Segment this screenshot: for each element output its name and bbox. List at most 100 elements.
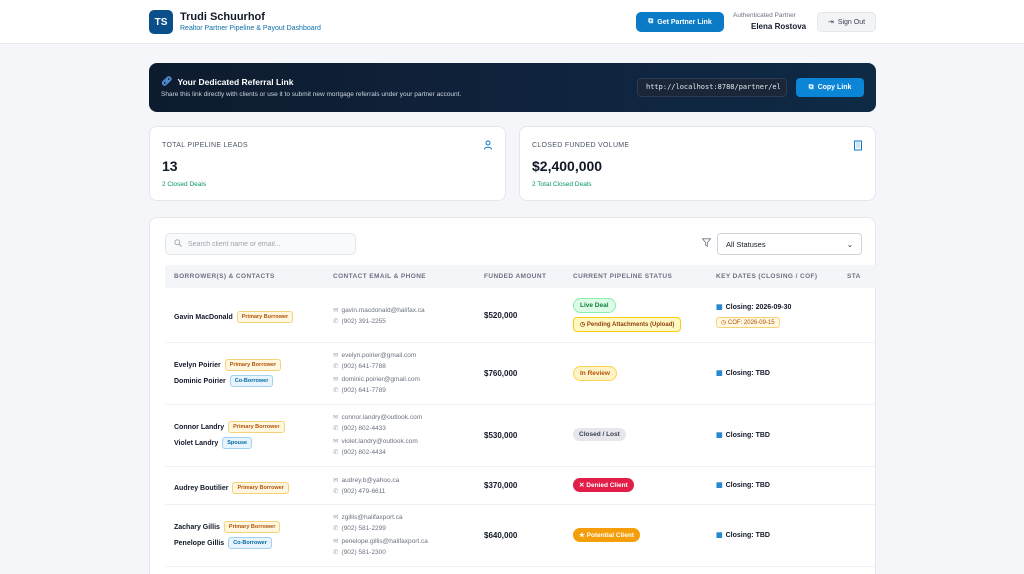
borrower-name: Penelope Gillis: [174, 539, 225, 547]
search-input[interactable]: [188, 240, 348, 248]
stat-label: CLOSED FUNDED VOLUME: [532, 142, 630, 149]
closing-date: ▦ Closing: TBD: [716, 369, 770, 377]
stat-value: 13: [162, 158, 178, 174]
borrower-entry: Zachary Gillis Primary Borrower: [174, 521, 281, 533]
referral-title: 🔗︎ Your Dedicated Referral Link: [161, 76, 293, 87]
header-key-dates: KEY DATES (CLOSING / COF): [716, 273, 818, 280]
role-badge: Primary Borrower: [228, 421, 285, 433]
email-text: violet.landry@outlook.com: [341, 438, 418, 445]
cof-date-badge: ◷ COF: 2026-09-15: [716, 317, 780, 328]
borrower-entry: Evelyn Poirier Primary Borrower: [174, 359, 282, 371]
contact-phone: ✆ (902) 802-4434: [333, 448, 386, 456]
closing-date: ▦ Closing: TBD: [716, 481, 770, 489]
status-text: Denied Client: [586, 482, 628, 489]
phone-text: (902) 641-7788: [341, 363, 386, 370]
phone-icon: ✆: [333, 387, 339, 394]
referral-url-field[interactable]: http://localhost:8788/partner/el: [637, 78, 787, 97]
phone-text: (902) 479-6611: [341, 488, 386, 495]
contact-email: ✉ penelope.gillis@halifaxport.ca: [333, 537, 428, 545]
table-row[interactable]: Evelyn Poirier Primary Borrower Dominic …: [165, 343, 877, 405]
borrower-name: Connor Landry: [174, 423, 225, 431]
phone-icon: ✆: [333, 549, 339, 556]
status-text: Potential Client: [586, 532, 634, 539]
referral-link-banner: 🔗︎ Your Dedicated Referral Link Share th…: [149, 63, 876, 112]
get-partner-link-label: Get Partner Link: [657, 18, 712, 26]
role-badge: Primary Borrower: [232, 482, 289, 494]
table-row[interactable]: Gavin MacDonald Primary Borrower ✉ gavin.…: [165, 288, 877, 343]
calendar-icon: ▦: [716, 304, 723, 311]
clock-icon: ◷: [721, 320, 728, 326]
closing-text: Closing: 2026-09-30: [725, 304, 792, 311]
phone-icon: ✆: [333, 525, 339, 532]
referral-subtitle: Share this link directly with clients or…: [161, 91, 462, 98]
stat-note: 2 Total Closed Deals: [532, 181, 592, 188]
contact-phone: ✆ (902) 641-7789: [333, 386, 386, 394]
mail-icon: ✉: [333, 477, 339, 484]
copy-link-button[interactable]: ⧉ Copy Link: [796, 78, 864, 97]
email-text: connor.landry@outlook.com: [341, 414, 423, 421]
phone-text: (902) 391-2255: [341, 318, 386, 325]
mail-icon: ✉: [333, 538, 339, 545]
star-icon: ★: [579, 532, 587, 539]
phone-text: (902) 581-2299: [341, 525, 386, 532]
phone-icon: ✆: [333, 363, 339, 370]
stat-value: $2,400,000: [532, 158, 603, 174]
role-badge: Co-Borrower: [229, 375, 274, 387]
pipeline-table-card: All Statuses ⌄ BORROWER(S) & CONTACTS CO…: [149, 217, 877, 574]
closing-text: Closing: TBD: [725, 370, 770, 377]
copy-icon: ⧉: [648, 18, 654, 25]
calendar-icon: ▦: [716, 370, 723, 377]
borrower-name: Evelyn Poirier: [174, 361, 221, 369]
contact-phone: ✆ (902) 802-4433: [333, 424, 386, 432]
search-box[interactable]: [165, 233, 356, 255]
cof-text: COF: 2026-09-15: [727, 320, 775, 326]
borrower-entry: Audrey Boutilier Primary Borrower: [174, 482, 289, 494]
closing-text: Closing: TBD: [725, 482, 770, 489]
contact-email: ✉ audrey.b@yahoo.ca: [333, 476, 399, 484]
borrower-entry: Gavin MacDonald Primary Borrower: [174, 311, 294, 323]
status-badge: ★ Potential Client: [573, 528, 640, 542]
substatus-badge: ◷ Pending Attachments (Upload): [573, 317, 682, 332]
funded-amount: $370,000: [484, 481, 518, 490]
table-row[interactable]: Audrey Boutilier Primary Borrower ✉ audre…: [165, 467, 877, 505]
top-header: TS Trudi Schuurhof Realtor Partner Pipel…: [0, 0, 1024, 44]
contact-email: ✉ dominic.poirier@gmail.com: [333, 375, 420, 383]
closing-date: ▦ Closing: TBD: [716, 431, 770, 439]
closing-text: Closing: TBD: [725, 432, 770, 439]
status-badge: Closed / Lost: [573, 428, 626, 441]
contact-email: ✉ gavin.macdonald@halifax.ca: [333, 306, 425, 314]
funded-amount: $640,000: [484, 531, 518, 540]
mail-icon: ✉: [333, 376, 339, 383]
table-header: BORROWER(S) & CONTACTS CONTACT EMAIL & P…: [165, 265, 877, 288]
mail-icon: ✉: [333, 438, 339, 445]
mail-icon: ✉: [333, 352, 339, 359]
role-badge: Co-Borrower: [228, 537, 272, 549]
borrower-name: Dominic Poirier: [174, 377, 226, 385]
header-pipeline-status: CURRENT PIPELINE STATUS: [573, 273, 673, 280]
mail-icon: ✉: [333, 307, 339, 314]
get-partner-link-button[interactable]: ⧉ Get Partner Link: [636, 12, 724, 32]
closing-text: Closing: TBD: [725, 532, 770, 539]
copy-link-label: Copy Link: [817, 84, 852, 91]
filter-icon: [701, 238, 712, 249]
borrower-entry: Penelope Gillis Co-Borrower: [174, 537, 272, 549]
phone-icon: ✆: [333, 425, 339, 432]
status-filter-select[interactable]: All Statuses ⌄: [717, 233, 862, 255]
copy-icon: ⧉: [808, 83, 814, 91]
status-badge: Live Deal: [573, 298, 616, 313]
mail-icon: ✉: [333, 514, 339, 521]
closing-date: ▦ Closing: 2026-09-30: [716, 303, 791, 311]
email-text: evelyn.poirier@gmail.com: [341, 352, 417, 359]
table-row[interactable]: Zachary Gillis Primary Borrower Penelope…: [165, 505, 877, 567]
brand-subtitle: Realtor Partner Pipeline & Payout Dashbo…: [180, 25, 321, 32]
phone-text: (902) 802-4433: [341, 425, 386, 432]
search-icon: [174, 239, 182, 249]
funded-amount: $760,000: [484, 369, 518, 378]
borrower-name: Gavin MacDonald: [174, 313, 233, 321]
borrower-entry: Violet Landry Spouse: [174, 437, 253, 449]
borrower-entry: Connor Landry Primary Borrower: [174, 421, 285, 433]
email-text: audrey.b@yahoo.ca: [341, 477, 400, 484]
stat-label: TOTAL PIPELINE LEADS: [162, 142, 249, 149]
sign-out-button[interactable]: ⇥ Sign Out: [817, 12, 876, 32]
table-row[interactable]: Connor Landry Primary Borrower Violet La…: [165, 405, 877, 467]
